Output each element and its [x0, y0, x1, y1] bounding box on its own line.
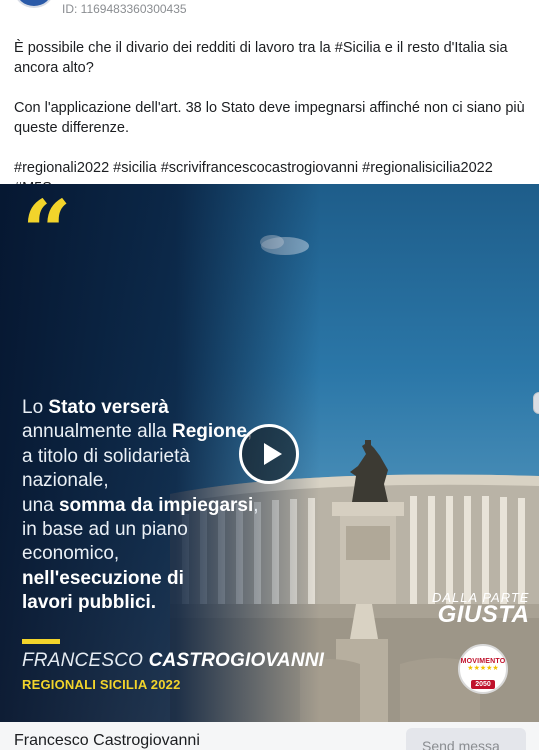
slogan: DALLA PARTE GIUSTA [432, 590, 530, 628]
quote-line: Lo Stato verserà [22, 397, 169, 418]
video-media[interactable]: “ Lo Stato verserà annualmente alla Regi… [0, 184, 539, 722]
quote-mark: “ [22, 184, 72, 283]
page-name[interactable]: Francesco Castrogiovanni [14, 732, 200, 750]
quote-line: economico, [22, 543, 120, 565]
quote-line: nazionale, [22, 470, 109, 492]
campaign-label: REGIONALI SICILIA 2022 [22, 677, 181, 692]
m5s-logo: MOVIMENTO ★★★★★ 2050 [458, 644, 508, 694]
quote-line: a titolo di solidarietà [22, 445, 190, 467]
send-message-button[interactable]: Send messa [406, 728, 526, 750]
play-button[interactable] [239, 424, 299, 484]
scroll-handle[interactable] [533, 392, 539, 414]
play-icon [264, 443, 282, 465]
quote-line: in base ad un piano [22, 519, 188, 541]
ad-id: ID: 1169483360300435 [62, 2, 187, 16]
post-footer: Francesco Castrogiovanni Send messa [0, 722, 539, 750]
avatar[interactable] [14, 0, 54, 8]
post-paragraph-1: È possibile che il divario dei redditi d… [14, 40, 508, 76]
author-name: FRANCESCO CASTROGIOVANNI [22, 650, 325, 671]
accent-bar [22, 639, 60, 644]
post-paragraph-2: Con l'applicazione dell'art. 38 lo Stato… [14, 100, 525, 136]
quote-text: Lo Stato verserà annualmente alla Region… [22, 396, 259, 616]
quote-line: lavori pubblici. [22, 592, 157, 614]
quote-line: nell'esecuzione di [22, 567, 184, 589]
slogan-big: GIUSTA [437, 601, 530, 628]
post-body: È possibile che il divario dei redditi d… [14, 38, 526, 198]
quote-line: una somma da impiegarsi, [22, 494, 259, 516]
quote-line: annualmente alla Regione, [22, 421, 252, 443]
